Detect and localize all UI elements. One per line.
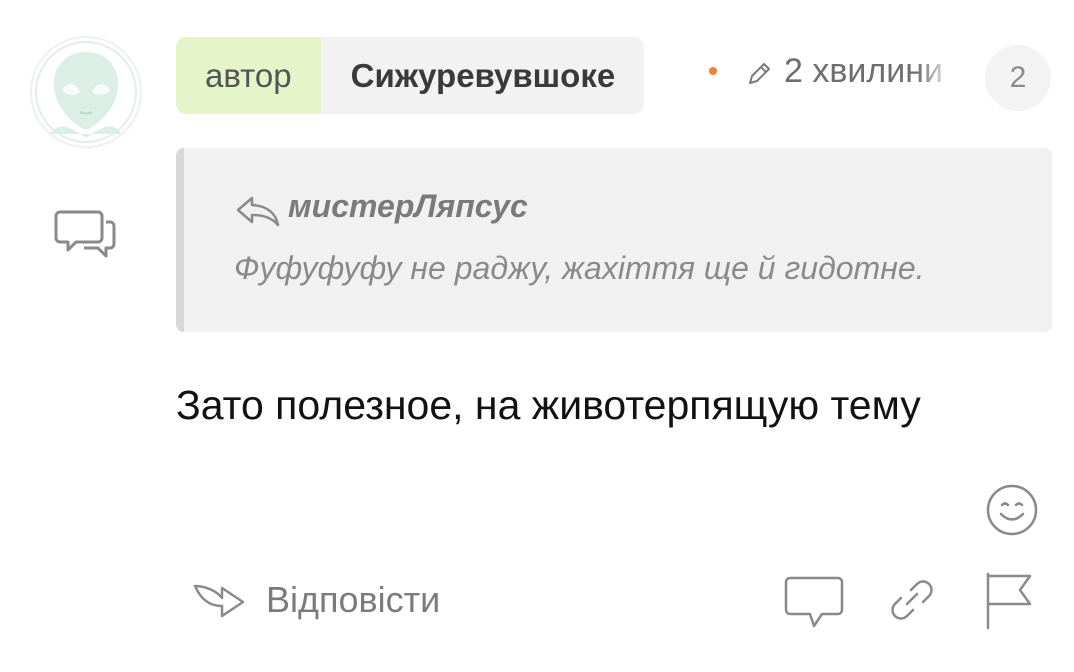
author-role-badge: автор — [176, 37, 321, 114]
link-icon[interactable] — [885, 574, 939, 626]
reply-button[interactable]: Відповісти — [192, 572, 440, 628]
comment-body: Зато полезное, на животерпящую тему — [176, 382, 921, 428]
reply-label: Відповісти — [266, 579, 441, 620]
reply-icon — [193, 584, 245, 618]
comment-timestamp: 2 хвилини — [784, 52, 944, 90]
author-name[interactable]: Сижуревувшоке — [321, 37, 645, 114]
comment-bubbles-icon — [54, 210, 116, 258]
quoted-comment[interactable]: мистерЛяпсус Фуфуфуфу не раджу, жахіття … — [176, 148, 1052, 332]
quoted-author[interactable]: мистерЛяпсус — [288, 188, 528, 225]
separator-dot — [709, 67, 717, 75]
smiley-icon[interactable] — [985, 483, 1039, 537]
comment-icon[interactable] — [784, 574, 844, 630]
reply-count-badge[interactable]: 2 — [985, 45, 1051, 111]
flag-icon[interactable] — [984, 572, 1036, 630]
avatar[interactable] — [32, 38, 140, 146]
alien-face-avatar-icon — [35, 41, 137, 143]
pencil-icon — [749, 63, 770, 84]
author-pill[interactable]: автор Сижуревувшоке — [176, 37, 645, 114]
quoted-text: Фуфуфуфу не раджу, жахіття ще й гидотне. — [234, 250, 925, 286]
reply-arrow-icon — [236, 196, 280, 227]
